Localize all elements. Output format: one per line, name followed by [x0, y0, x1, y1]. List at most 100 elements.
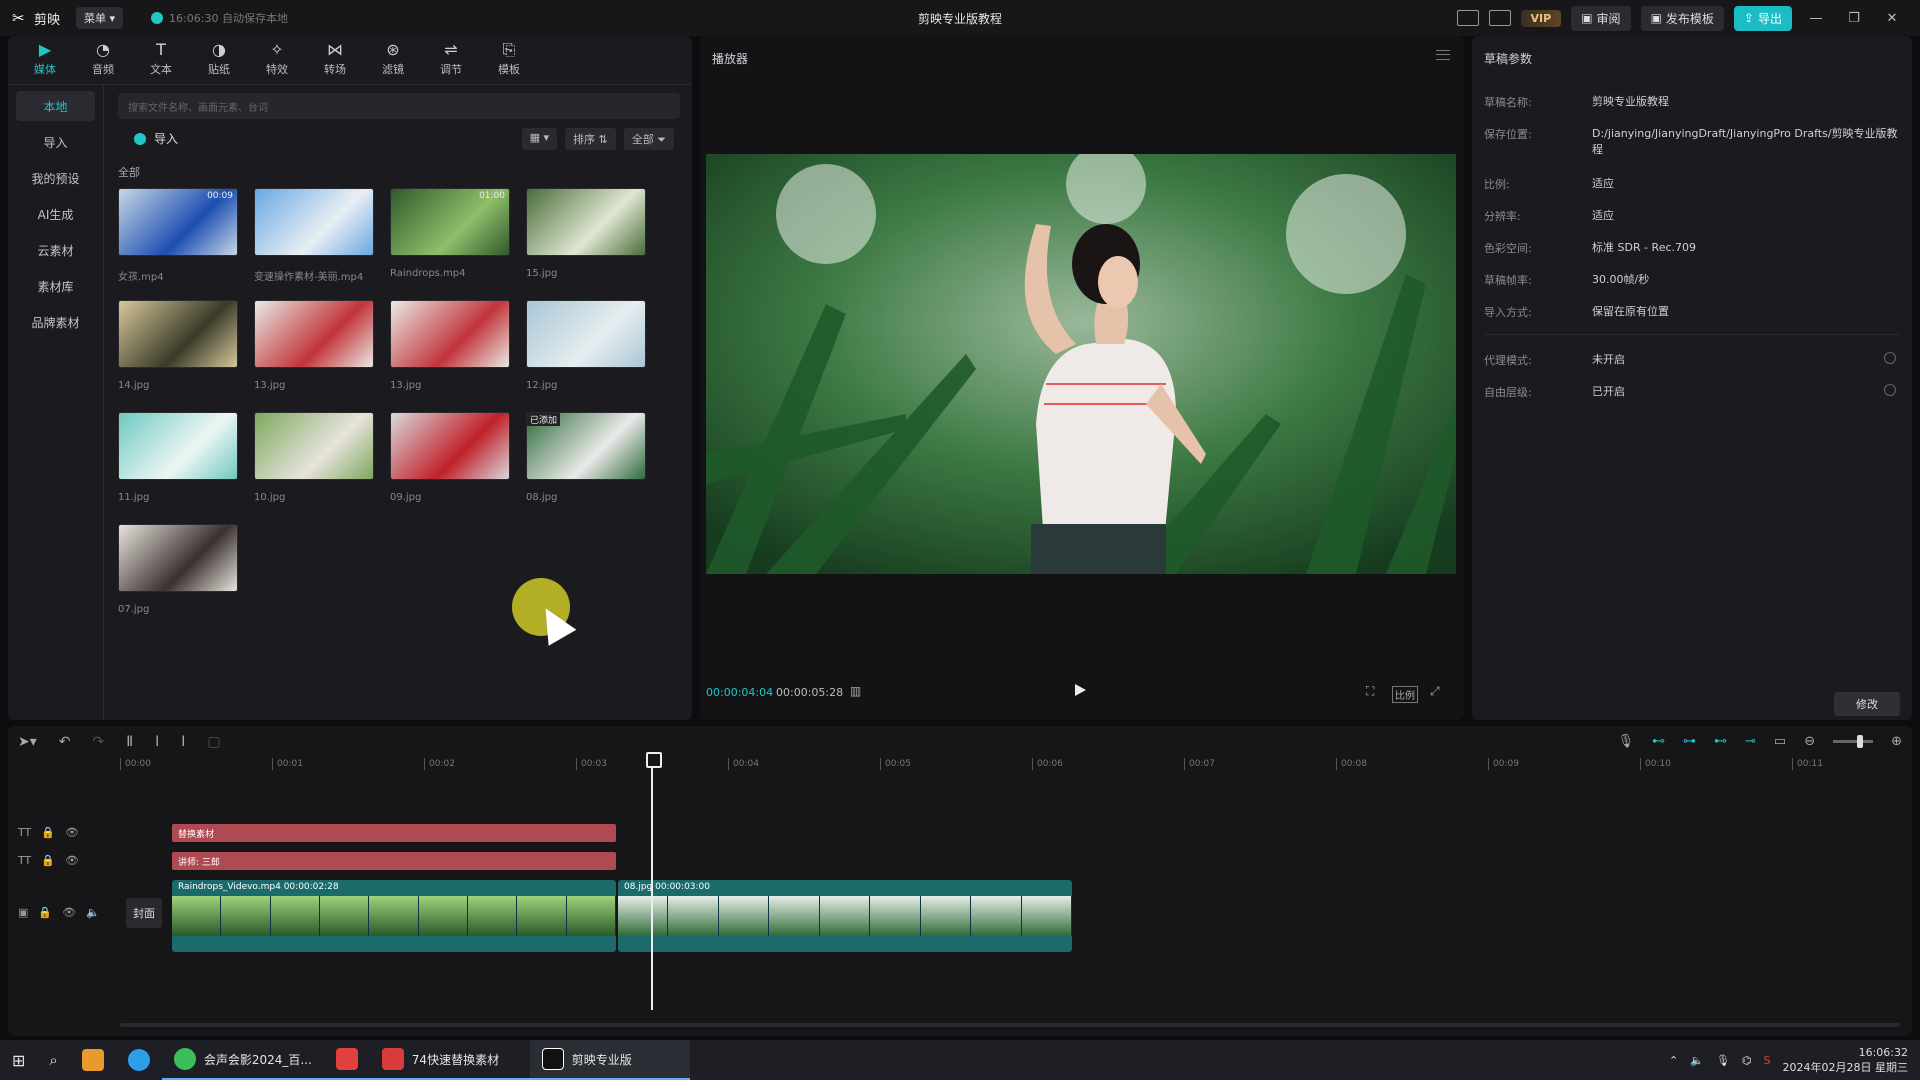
- lock-icon[interactable]: 🔒: [38, 906, 52, 919]
- preview-axis-icon[interactable]: ⊸: [1745, 734, 1756, 749]
- minimize-icon[interactable]: —: [1802, 11, 1830, 26]
- media-item[interactable]: 00:09 女孩.mp4: [118, 188, 238, 283]
- fullscreen-icon[interactable]: ⤢: [1430, 684, 1440, 699]
- taskbar-app-presentation[interactable]: 74快速替换素材: [369, 1040, 530, 1080]
- side-nav-item[interactable]: 品牌素材: [16, 307, 95, 337]
- menu-button[interactable]: 菜单 ▾: [76, 7, 124, 29]
- media-item[interactable]: 14.jpg: [118, 300, 238, 391]
- tab-sticker[interactable]: ◑ 贴纸: [190, 36, 248, 82]
- main-track-magnet-icon[interactable]: ⊷: [1652, 734, 1665, 749]
- side-nav-item[interactable]: AI生成: [16, 199, 95, 229]
- side-nav-item[interactable]: 导入: [16, 127, 95, 157]
- video-clip[interactable]: 08.jpg 00:00:03:00: [618, 880, 1072, 952]
- chevron-up-icon[interactable]: ⌃: [1669, 1054, 1678, 1067]
- media-item[interactable]: 已添加 08.jpg: [526, 412, 646, 503]
- taskbar-app-capcut[interactable]: 剪映专业版: [529, 1040, 690, 1080]
- media-item[interactable]: 01:00 Raindrops.mp4: [390, 188, 510, 279]
- audio-mute-icon[interactable]: 🔈: [86, 906, 100, 919]
- media-item[interactable]: 07.jpg: [118, 524, 238, 615]
- review-button[interactable]: ▣ 审阅: [1571, 5, 1631, 31]
- export-button[interactable]: ⇪ 导出: [1733, 5, 1792, 31]
- search-input[interactable]: 搜索文件名称、画面元素、台词: [118, 93, 680, 119]
- search-icon[interactable]: ⌕: [37, 1040, 69, 1080]
- sort-button[interactable]: 排序 ⇅: [564, 128, 616, 150]
- select-tool-icon[interactable]: ➤▾: [18, 734, 37, 750]
- time-ruler[interactable]: 00:00 00:01 00:02 00:03 00:04 00:05 00:06 00:07…: [120, 758, 1910, 774]
- auto-snap-icon[interactable]: ⊶: [1683, 734, 1696, 749]
- media-item[interactable]: 10.jpg: [254, 412, 374, 503]
- media-item[interactable]: 12.jpg: [526, 300, 646, 391]
- side-nav-item[interactable]: 我的预设: [16, 163, 95, 193]
- tab-text[interactable]: T 文本: [132, 36, 190, 82]
- help-icon[interactable]: [1884, 384, 1896, 396]
- cover-button[interactable]: 封面: [126, 898, 162, 928]
- player-menu-icon[interactable]: [1436, 50, 1450, 60]
- zoom-slider[interactable]: [1833, 735, 1874, 748]
- linkage-icon[interactable]: ⊷: [1714, 734, 1727, 749]
- eye-icon[interactable]: 👁: [62, 906, 76, 919]
- tab-transition[interactable]: ⋈ 转场: [306, 36, 364, 82]
- side-nav-item[interactable]: 云素材: [16, 235, 95, 265]
- media-item[interactable]: 09.jpg: [390, 412, 510, 503]
- fit-timeline-icon[interactable]: ▭: [1774, 734, 1786, 749]
- tab-media[interactable]: ▶ 媒体: [16, 36, 74, 82]
- taskbar-app-red[interactable]: [323, 1040, 370, 1080]
- eye-icon[interactable]: 👁: [65, 854, 79, 867]
- network-icon[interactable]: ⌬: [1742, 1054, 1752, 1067]
- microphone-icon[interactable]: 🎙: [1617, 734, 1634, 749]
- close-icon[interactable]: ✕: [1878, 11, 1906, 26]
- zoom-in-icon[interactable]: ⊕: [1891, 734, 1902, 749]
- media-duration: 00:17: [343, 191, 369, 201]
- eye-icon[interactable]: 👁: [65, 826, 79, 839]
- text-clip[interactable]: 替换素材: [172, 824, 616, 842]
- text-clip[interactable]: 讲师: 三郎: [172, 852, 616, 870]
- input-method-icon[interactable]: S: [1764, 1054, 1771, 1067]
- side-nav-item[interactable]: 本地: [16, 91, 95, 121]
- grid-view-button[interactable]: ▦ ▾: [521, 128, 557, 150]
- video-clip[interactable]: Raindrops_Videvo.mp4 00:00:02:28: [172, 880, 616, 952]
- layout-icon[interactable]: [1488, 10, 1511, 26]
- zoom-out-icon[interactable]: ⊖: [1804, 734, 1815, 749]
- media-item[interactable]: 13.jpg: [390, 300, 510, 391]
- split-icon[interactable]: Ⅱ: [126, 734, 133, 750]
- lock-icon[interactable]: 🔒: [41, 826, 55, 839]
- media-item[interactable]: 00:17 变速操作素材-美丽.mp4: [254, 188, 374, 283]
- side-nav-item[interactable]: 素材库: [16, 271, 95, 301]
- restore-icon[interactable]: ❐: [1840, 11, 1868, 26]
- tab-filter[interactable]: ⊛ 滤镜: [364, 36, 422, 82]
- tab-audio[interactable]: ◔ 音频: [74, 36, 132, 82]
- split-right-icon[interactable]: Ⅰ: [181, 734, 185, 750]
- lock-icon[interactable]: 🔒: [41, 854, 55, 867]
- redo-icon[interactable]: ↷: [93, 734, 105, 750]
- help-icon[interactable]: [1884, 352, 1896, 364]
- publish-template-button[interactable]: ▣ 发布模板: [1640, 5, 1724, 31]
- media-item[interactable]: 13.jpg: [254, 300, 374, 391]
- windows-start-icon[interactable]: ⊞: [0, 1040, 37, 1080]
- tab-template[interactable]: ⎘ 模板: [480, 36, 538, 82]
- taskbar-app-videostudio[interactable]: 会声会影2024_百...: [161, 1040, 324, 1080]
- timeline-mode-icon[interactable]: ▥: [850, 684, 861, 698]
- delete-icon[interactable]: ▢: [207, 734, 220, 750]
- media-duration: 00:09: [207, 191, 233, 201]
- playhead[interactable]: [646, 752, 662, 1010]
- split-left-icon[interactable]: Ⅰ: [155, 734, 159, 750]
- taskbar-app-browser[interactable]: [116, 1040, 162, 1080]
- keyboard-icon[interactable]: [1456, 10, 1479, 26]
- system-clock[interactable]: 16:06:32 2024年02月28日 星期三: [1783, 1045, 1909, 1075]
- ratio-button[interactable]: 比例: [1392, 686, 1418, 703]
- filter-button[interactable]: 全部 ⏷: [623, 128, 674, 150]
- volume-icon[interactable]: 🔈: [1690, 1054, 1704, 1067]
- tab-adjust[interactable]: ⇌ 调节: [422, 36, 480, 82]
- horizontal-scrollbar[interactable]: [120, 1023, 1900, 1027]
- media-item[interactable]: 11.jpg: [118, 412, 238, 503]
- undo-icon[interactable]: ↶: [59, 734, 71, 750]
- import-button[interactable]: 导入: [134, 130, 178, 147]
- play-button[interactable]: [1075, 684, 1086, 696]
- microphone-icon[interactable]: 🎙: [1716, 1054, 1730, 1067]
- taskbar-app-pinned[interactable]: [70, 1040, 116, 1080]
- screenshot-icon[interactable]: ⛶: [1366, 684, 1374, 699]
- modify-button[interactable]: 修改: [1834, 692, 1900, 716]
- media-item[interactable]: 15.jpg: [526, 188, 646, 279]
- vip-badge[interactable]: VIP: [1520, 9, 1562, 27]
- tab-effects[interactable]: ✧ 特效: [248, 36, 306, 82]
